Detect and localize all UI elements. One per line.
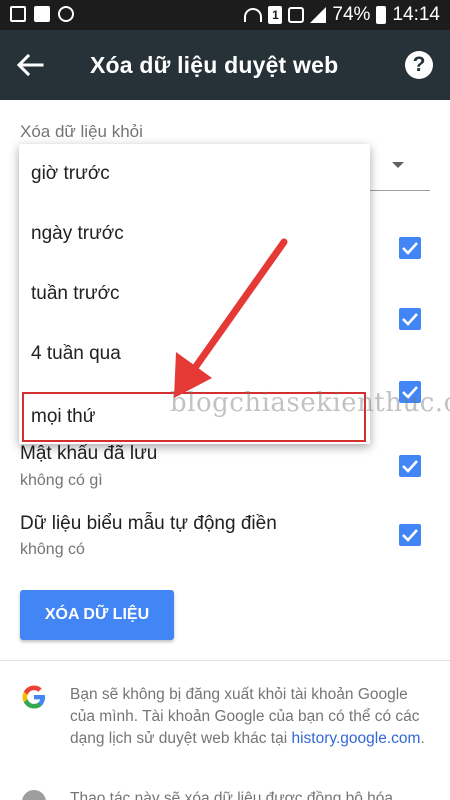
app-bar: Xóa dữ liệu duyệt web ? <box>0 30 450 100</box>
dropdown-option-hour[interactable]: giờ trước <box>19 144 370 204</box>
chevron-down-icon[interactable] <box>392 162 404 168</box>
time-range-label: Xóa dữ liệu khỏi <box>20 122 143 141</box>
signal-icon <box>310 7 327 23</box>
status-notification-icons <box>10 6 74 22</box>
row-title-autofill: Dữ liệu biểu mẫu tự động điền <box>20 513 277 534</box>
mute-icon <box>288 7 305 23</box>
row-subtitle-autofill: không có <box>20 541 85 558</box>
message-notification-icon <box>34 6 50 22</box>
sim-icon: 1 <box>268 6 283 24</box>
chrome-notification-icon <box>58 6 74 22</box>
row-title-passwords: Mật khẩu đã lưu <box>20 443 158 464</box>
row-subtitle-passwords: không có gì <box>20 472 103 489</box>
page-title: Xóa dữ liệu duyệt web <box>90 52 339 78</box>
watermark: blogchiasekienthuc.com <box>170 388 450 418</box>
google-g-icon <box>22 685 45 709</box>
sync-info-text: Thao tác này sẽ xóa dữ liệu được đồng bộ… <box>70 790 394 800</box>
wifi-icon <box>244 8 263 22</box>
dropdown-option-week[interactable]: tuần trước <box>19 264 370 324</box>
help-icon[interactable]: ? <box>405 51 433 79</box>
account-info-text: Bạn sẽ không bị đăng xuất khỏi tài khoản… <box>70 684 430 750</box>
account-info-suffix: . <box>420 730 425 747</box>
clock: 14:14 <box>392 4 440 25</box>
history-link[interactable]: history.google.com <box>291 730 420 747</box>
back-arrow-icon[interactable] <box>14 50 46 80</box>
battery-icon <box>376 6 387 24</box>
status-system-icons: 1 74% 14:14 <box>244 4 440 26</box>
battery-percent: 74% <box>332 4 371 25</box>
dropdown-option-day[interactable]: ngày trước <box>19 204 370 264</box>
clear-data-button[interactable]: XÓA DỮ LIỆU <box>20 590 174 640</box>
checkbox-hidden-row-2[interactable] <box>399 308 421 330</box>
status-bar: 1 74% 14:14 <box>0 0 450 30</box>
dropdown-option-4-weeks[interactable]: 4 tuần qua <box>19 324 370 384</box>
image-notification-icon <box>10 6 26 22</box>
checkbox-autofill[interactable] <box>399 524 421 546</box>
info-icon <box>22 790 46 800</box>
checkbox-passwords[interactable] <box>399 455 421 477</box>
divider <box>0 660 450 661</box>
checkbox-hidden-row-1[interactable] <box>399 237 421 259</box>
